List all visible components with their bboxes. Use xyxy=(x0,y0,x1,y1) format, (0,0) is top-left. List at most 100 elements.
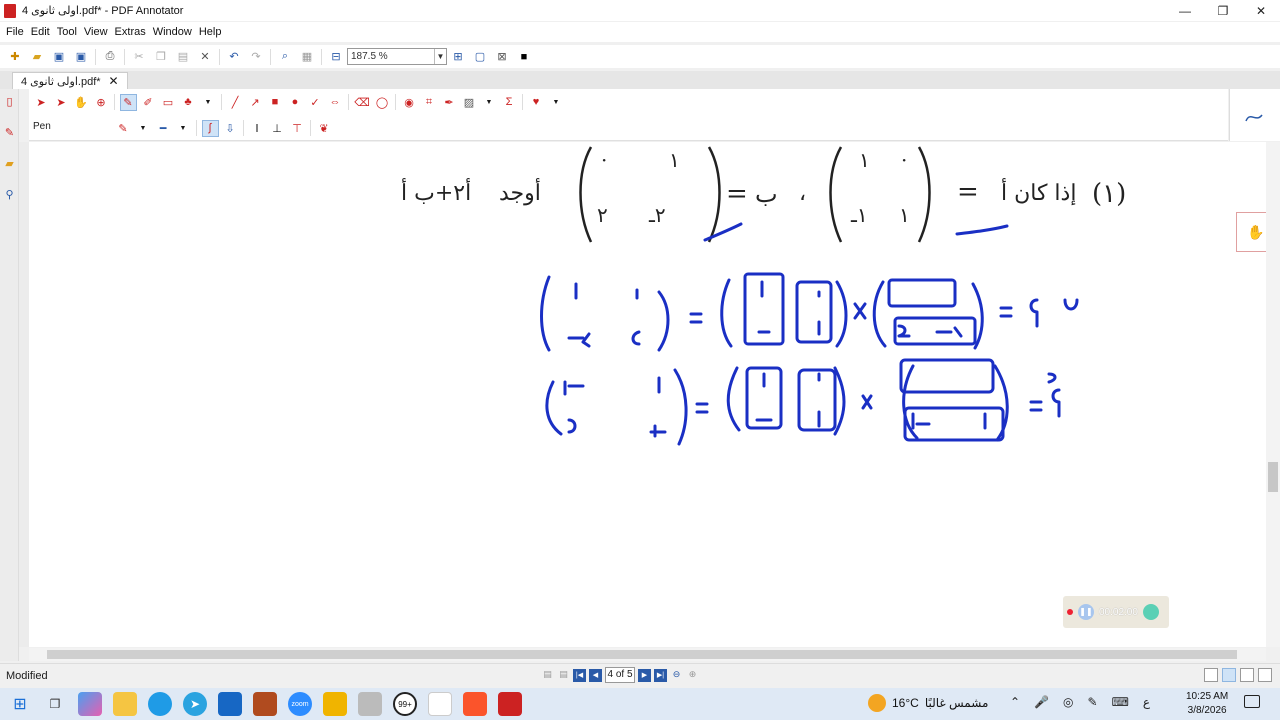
squiggle-icon[interactable] xyxy=(1230,89,1280,141)
file-explorer-icon[interactable] xyxy=(113,692,137,716)
zoom-icon[interactable]: zoom xyxy=(288,692,312,716)
menu-window[interactable]: Window xyxy=(153,26,192,38)
measure-tool-icon[interactable]: ⇔ xyxy=(327,94,344,111)
checkmark-tool-icon[interactable]: ✓ xyxy=(307,94,324,111)
rectangle-tool-icon[interactable]: ■ xyxy=(267,94,284,111)
menu-extras[interactable]: Extras xyxy=(115,26,146,38)
whatsapp-icon[interactable]: 99+ xyxy=(393,692,417,716)
chevron-down-icon[interactable]: ▼ xyxy=(135,120,152,137)
crop-tool-icon[interactable]: ⌗ xyxy=(421,94,438,111)
cut-icon[interactable]: ✂ xyxy=(131,49,147,65)
attachments-panel-icon[interactable]: ⚲ xyxy=(3,189,16,202)
grid-view-icon[interactable] xyxy=(1258,668,1272,682)
text-pin-icon[interactable]: ⊤ xyxy=(289,120,306,137)
edge-icon[interactable] xyxy=(148,692,172,716)
open-folder-icon[interactable]: ▰ xyxy=(29,49,45,65)
undo-icon[interactable]: ↶ xyxy=(226,49,242,65)
last-page-button[interactable]: ▶| xyxy=(654,668,667,682)
pause-recording-button[interactable]: ❚❚ xyxy=(1078,604,1094,620)
utility-icon[interactable] xyxy=(358,692,382,716)
headset-icon[interactable]: ◎ xyxy=(1063,695,1073,709)
menu-help[interactable]: Help xyxy=(199,26,222,38)
stop-recording-button[interactable] xyxy=(1142,604,1159,620)
prev-doc-icon[interactable]: ▤ xyxy=(541,669,554,682)
text-cursor-icon[interactable]: Ⅰ xyxy=(249,120,266,137)
keyboard-icon[interactable]: ⌨ xyxy=(1112,695,1129,709)
language-indicator[interactable]: ع xyxy=(1143,695,1150,709)
select-tool-icon[interactable]: ➤ xyxy=(33,94,50,111)
pressure-icon[interactable]: ⇩ xyxy=(222,120,239,137)
view-icon[interactable]: ▦ xyxy=(299,49,315,65)
text-align-icon[interactable]: ⊥ xyxy=(269,120,286,137)
first-page-button[interactable]: |◀ xyxy=(573,668,586,682)
maximize-button[interactable]: ❐ xyxy=(1204,0,1242,21)
store-icon[interactable] xyxy=(218,692,242,716)
eraser-tool-icon[interactable]: ⌫ xyxy=(354,94,371,111)
clock[interactable]: 10:25 AM 3/8/2026 xyxy=(1186,690,1228,718)
menu-tool[interactable]: Tool xyxy=(57,26,77,38)
sum-tool-icon[interactable]: Σ xyxy=(501,94,518,111)
chevron-down-icon[interactable]: ▼ xyxy=(481,94,498,111)
chevron-down-icon[interactable]: ▼ xyxy=(434,49,446,64)
document-icon[interactable] xyxy=(428,692,452,716)
find-icon[interactable]: ⌕ xyxy=(277,49,293,65)
hand-tool-icon[interactable]: ✋ xyxy=(73,94,90,111)
fit-page-icon[interactable]: ▢ xyxy=(472,49,488,65)
single-page-view-icon[interactable] xyxy=(1204,668,1218,682)
minimize-button[interactable]: — xyxy=(1166,0,1204,21)
windows-start-icon[interactable]: ⊞ xyxy=(8,692,32,716)
lasso-tool-icon[interactable]: ◯ xyxy=(374,94,391,111)
bookmarks-panel-icon[interactable]: ▰ xyxy=(3,158,16,171)
smooth-stroke-icon[interactable]: ∫ xyxy=(201,119,219,137)
task-view-icon[interactable]: ❐ xyxy=(43,692,67,716)
pdf-annotator-icon[interactable] xyxy=(498,692,522,716)
horizontal-scroll-thumb[interactable] xyxy=(47,650,1237,659)
vertical-scroll-thumb[interactable] xyxy=(1268,462,1278,492)
notes-icon[interactable] xyxy=(323,692,347,716)
tab-document[interactable]: اولى ثانوى 4.pdf* ✕ xyxy=(12,72,128,89)
close-button[interactable]: ✕ xyxy=(1242,0,1280,21)
pen-icon[interactable]: ✎ xyxy=(1088,695,1098,709)
pages-panel-icon[interactable]: ▯ xyxy=(3,96,16,109)
stamp-tool-icon[interactable]: ♣ xyxy=(180,94,197,111)
copilot-icon[interactable] xyxy=(78,692,102,716)
delete-icon[interactable]: ✕ xyxy=(197,49,213,65)
next-page-button[interactable]: ▶ xyxy=(638,668,651,682)
tab-close-icon[interactable]: ✕ xyxy=(109,74,119,88)
print-icon[interactable]: ⎙ xyxy=(102,49,118,65)
menu-edit[interactable]: Edit xyxy=(31,26,50,38)
menu-view[interactable]: View xyxy=(84,26,108,38)
next-doc-icon[interactable]: ▤ xyxy=(557,669,570,682)
prev-page-button[interactable]: ◀ xyxy=(589,668,602,682)
forward-icon[interactable]: ⊕ xyxy=(686,669,699,682)
copy-icon[interactable]: ❐ xyxy=(153,49,169,65)
menu-file[interactable]: File xyxy=(6,26,24,38)
chevron-down-icon[interactable]: ▼ xyxy=(175,120,192,137)
fit-width-icon[interactable]: ⊠ xyxy=(494,49,510,65)
arrow-tool-icon[interactable]: ↗ xyxy=(247,94,264,111)
document-page[interactable]: .ink{stroke:#1a2fc4;stroke-width:3;fill:… xyxy=(29,142,1266,647)
page-number-field[interactable]: 4 of 5 xyxy=(605,667,635,683)
two-page-view-icon[interactable] xyxy=(1240,668,1254,682)
back-icon[interactable]: ⊖ xyxy=(670,669,683,682)
telegram-icon[interactable]: ➤ xyxy=(183,692,207,716)
redo-icon[interactable]: ↷ xyxy=(248,49,264,65)
chevron-down-icon[interactable]: ▼ xyxy=(200,94,217,111)
snapshot-tool-icon[interactable]: ◉ xyxy=(401,94,418,111)
line-width-icon[interactable]: ━ xyxy=(155,120,172,137)
fullscreen-icon[interactable]: ■ xyxy=(516,49,532,65)
highlighter-tool-icon[interactable]: ✐ xyxy=(140,94,157,111)
save-icon[interactable]: ▣ xyxy=(51,49,67,65)
zoom-out-icon[interactable]: ⊟ xyxy=(328,49,344,65)
favorites-icon[interactable]: ♥ xyxy=(528,94,545,111)
brave-icon[interactable] xyxy=(463,692,487,716)
notification-icon[interactable] xyxy=(1244,695,1260,708)
pen-color-icon[interactable]: ✎ xyxy=(115,120,132,137)
zoom-tool-icon[interactable]: ⊕ xyxy=(93,94,110,111)
zoom-select[interactable]: 187.5 % ▼ xyxy=(347,48,447,65)
zoom-in-icon[interactable]: ⊞ xyxy=(450,49,466,65)
circle-tool-icon[interactable]: ● xyxy=(287,94,304,111)
new-document-icon[interactable]: ✚ xyxy=(7,49,23,65)
favorite-tool-icon[interactable]: ❦ xyxy=(316,120,333,137)
save-as-icon[interactable]: ▣ xyxy=(73,49,89,65)
